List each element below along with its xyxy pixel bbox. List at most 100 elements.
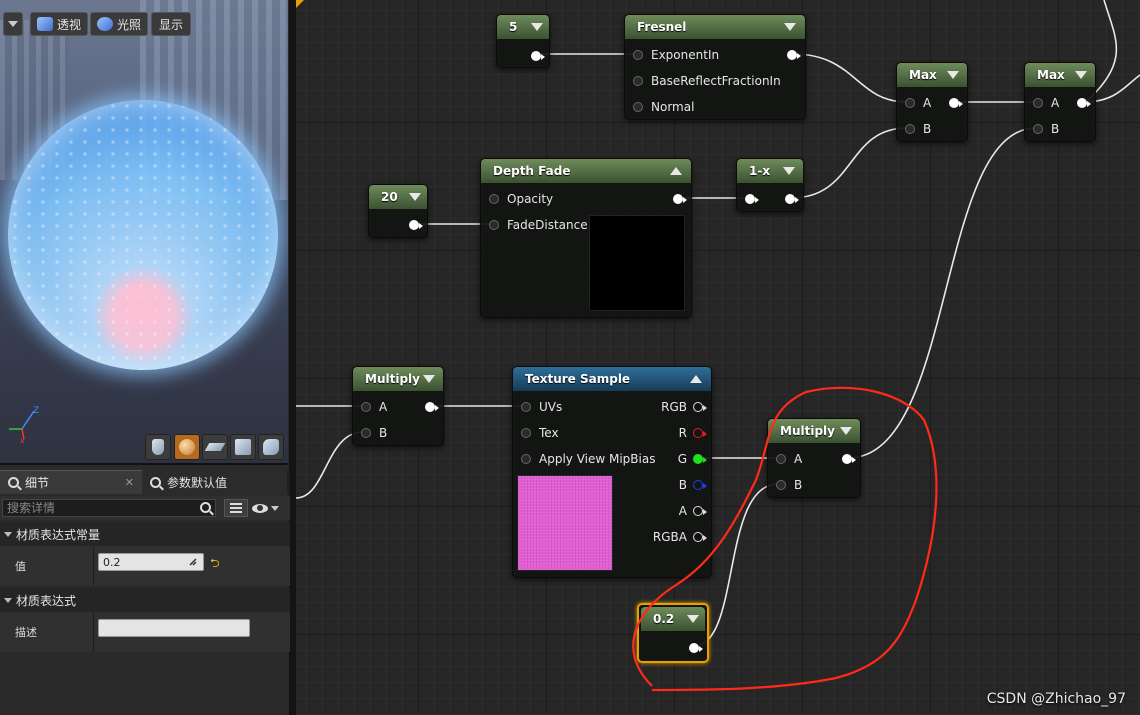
node-max-2[interactable]: Max A B (1024, 62, 1096, 142)
input-pin-a[interactable]: A (776, 446, 802, 472)
cylinder-shape-button[interactable] (145, 434, 171, 460)
pin-input-icon[interactable] (361, 402, 371, 412)
output-pin[interactable] (673, 186, 687, 212)
collapse-arrow-icon[interactable] (687, 615, 699, 623)
output-pin-b[interactable]: B (679, 472, 707, 498)
collapse-arrow-icon[interactable] (784, 23, 796, 31)
input-pin-uvs[interactable]: UVs (521, 394, 562, 420)
custom-mesh-button[interactable] (258, 434, 284, 460)
collapse-arrow-icon[interactable] (409, 193, 421, 201)
tab-parameter-defaults[interactable]: 参数默认值 (142, 470, 287, 494)
pin-input-icon[interactable] (489, 220, 499, 230)
output-pin-g[interactable]: G (678, 446, 707, 472)
node-max-1[interactable]: Max A B (896, 62, 968, 142)
node-fresnel[interactable]: Fresnel ExponentIn BaseReflectFractionIn… (624, 14, 806, 120)
collapse-arrow-icon[interactable] (690, 375, 702, 383)
input-pin-b[interactable]: B (361, 420, 387, 446)
input-pin-basereflect[interactable]: BaseReflectFractionIn (633, 68, 781, 94)
pin-input-icon[interactable] (745, 194, 759, 204)
node-header[interactable]: Max (897, 63, 967, 87)
output-pin[interactable] (531, 43, 545, 69)
pin-input-icon[interactable] (521, 454, 531, 464)
pin-input-icon[interactable] (633, 76, 643, 86)
pin-output-icon[interactable] (425, 402, 439, 412)
input-pin-a[interactable]: A (361, 394, 387, 420)
input-pin[interactable] (745, 186, 759, 212)
node-header[interactable]: Texture Sample (513, 367, 711, 391)
node-header[interactable]: Depth Fade (481, 159, 691, 183)
pin-input-icon[interactable] (776, 454, 786, 464)
perspective-button[interactable]: 透视 (30, 12, 89, 36)
node-multiply-2[interactable]: Multiply A B (767, 418, 861, 498)
plane-shape-button[interactable] (202, 434, 228, 460)
input-pin-normal[interactable]: Normal (633, 94, 694, 120)
node-header[interactable]: Max (1025, 63, 1095, 87)
pin-output-icon[interactable] (693, 428, 707, 438)
node-header[interactable]: Multiply (768, 419, 860, 443)
pin-input-icon[interactable] (1033, 124, 1043, 134)
viewport-menu-button[interactable] (3, 12, 23, 36)
node-one-minus[interactable]: 1-x (736, 158, 804, 212)
pin-input-icon[interactable] (776, 480, 786, 490)
material-graph-canvas[interactable]: 5 Fresnel ExponentIn BaseReflectFraction… (296, 0, 1140, 715)
cube-shape-button[interactable] (230, 434, 256, 460)
input-pin-fadedistance[interactable]: FadeDistance (489, 212, 588, 238)
input-pin-mipbias[interactable]: Apply View MipBias (521, 446, 655, 472)
node-multiply-1[interactable]: Multiply A B (352, 366, 444, 446)
node-header[interactable]: Multiply (353, 367, 443, 391)
collapse-arrow-icon[interactable] (1075, 71, 1087, 79)
output-pin[interactable] (842, 446, 856, 472)
input-pin-b[interactable]: B (776, 472, 802, 498)
node-header[interactable]: 5 (497, 15, 549, 39)
pin-output-icon[interactable] (689, 643, 703, 653)
node-header[interactable]: 0.2 (641, 607, 705, 631)
pin-output-icon[interactable] (673, 194, 687, 204)
pin-input-icon[interactable] (905, 98, 915, 108)
collapse-arrow-icon[interactable] (947, 71, 959, 79)
collapse-arrow-icon[interactable] (783, 167, 795, 175)
output-pin-r[interactable]: R (679, 420, 707, 446)
output-pin-rgba[interactable]: RGBA (653, 524, 707, 550)
pin-input-icon[interactable] (633, 102, 643, 112)
node-constant-5[interactable]: 5 (496, 14, 550, 68)
output-pin[interactable] (689, 635, 703, 661)
description-field[interactable] (98, 619, 250, 637)
visibility-filter-button[interactable] (252, 499, 286, 517)
search-input[interactable] (2, 499, 216, 517)
input-pin-a[interactable]: A (905, 90, 931, 116)
pin-input-icon[interactable] (633, 50, 643, 60)
collapse-arrow-icon[interactable] (423, 375, 435, 383)
pin-input-icon[interactable] (361, 428, 371, 438)
pin-output-icon[interactable] (693, 532, 707, 542)
pin-output-icon[interactable] (409, 220, 423, 230)
pin-output-icon[interactable] (531, 51, 545, 61)
pin-output-icon[interactable] (693, 402, 707, 412)
input-pin-tex[interactable]: Tex (521, 420, 559, 446)
drag-handle-icon[interactable] (188, 557, 198, 567)
node-constant-0-2[interactable]: 0.2 (637, 603, 709, 663)
pin-input-icon[interactable] (905, 124, 915, 134)
pin-output-icon[interactable] (1077, 98, 1091, 108)
output-pin[interactable] (787, 42, 801, 68)
pin-input-icon[interactable] (1033, 98, 1043, 108)
category-material-expression-constant[interactable]: 材质表达式常量 (0, 522, 290, 546)
node-depth-fade[interactable]: Depth Fade Opacity FadeDistance (480, 158, 692, 318)
input-pin-exponentin[interactable]: ExponentIn (633, 42, 719, 68)
pin-output-icon[interactable] (693, 454, 707, 464)
column-divider[interactable] (93, 612, 94, 652)
show-button[interactable]: 显示 (151, 12, 192, 36)
close-icon[interactable]: ✕ (125, 476, 134, 489)
lighting-button[interactable]: 光照 (90, 12, 149, 36)
pin-output-icon[interactable] (787, 50, 801, 60)
node-header[interactable]: Fresnel (625, 15, 805, 39)
input-pin-b[interactable]: B (905, 116, 931, 142)
pin-output-icon[interactable] (785, 194, 799, 204)
category-material-expression[interactable]: 材质表达式 (0, 588, 290, 612)
collapse-arrow-icon[interactable] (670, 167, 682, 175)
node-texture-sample[interactable]: Texture Sample UVs Tex Apply View MipBia… (512, 366, 712, 578)
tab-details[interactable]: 细节 ✕ (0, 470, 142, 494)
output-pin[interactable] (409, 212, 423, 238)
pin-input-icon[interactable] (521, 428, 531, 438)
pin-input-icon[interactable] (489, 194, 499, 204)
output-pin[interactable] (1077, 90, 1091, 116)
